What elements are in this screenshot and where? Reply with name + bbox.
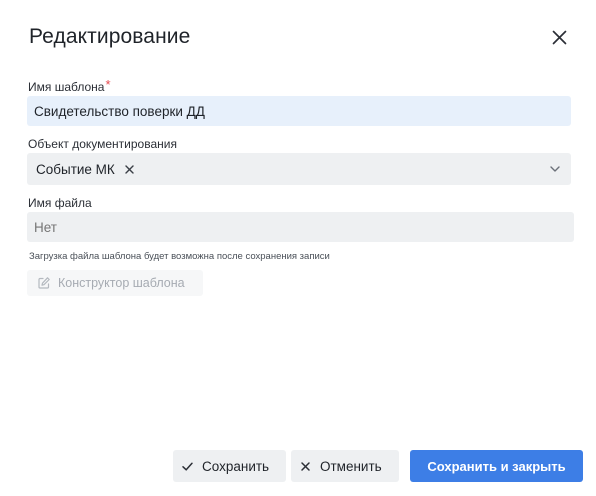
save-label: Сохранить	[202, 458, 270, 474]
required-mark: *	[105, 77, 111, 92]
save-button[interactable]: Сохранить	[173, 450, 286, 482]
save-and-close-button[interactable]: Сохранить и закрыть	[410, 450, 583, 482]
template-name-label: Имя шаблона*	[28, 77, 111, 95]
close-icon	[125, 164, 134, 174]
chevron-down-icon[interactable]	[548, 162, 562, 176]
save-and-close-label: Сохранить и закрыть	[427, 458, 566, 474]
close-icon	[299, 460, 312, 473]
edit-icon	[37, 276, 51, 290]
doc-object-label: Объект документирования	[28, 137, 177, 151]
template-name-label-text: Имя шаблона	[28, 80, 105, 94]
close-icon	[552, 30, 567, 45]
template-name-input[interactable]	[27, 96, 571, 126]
dialog-title: Редактирование	[29, 25, 191, 48]
file-name-label: Имя файла	[28, 196, 92, 210]
template-builder-label: Конструктор шаблона	[58, 276, 185, 290]
selected-tag: Событие МК	[36, 162, 136, 177]
doc-object-select[interactable]: Событие МК	[27, 153, 571, 185]
selected-tag-label: Событие МК	[36, 161, 115, 177]
tag-remove-button[interactable]	[124, 163, 136, 175]
cancel-label: Отменить	[320, 458, 382, 474]
edit-dialog: Редактирование Имя шаблона* Объект докум…	[0, 0, 596, 496]
file-name-input[interactable]	[27, 212, 574, 242]
upload-hint: Загрузка файла шаблона будет возможна по…	[29, 251, 330, 262]
check-icon	[181, 460, 194, 473]
template-builder-button[interactable]: Конструктор шаблона	[27, 270, 203, 296]
close-button[interactable]	[545, 23, 573, 51]
cancel-button[interactable]: Отменить	[291, 450, 399, 482]
file-name-field[interactable]	[27, 212, 574, 242]
template-name-field[interactable]	[27, 96, 571, 126]
